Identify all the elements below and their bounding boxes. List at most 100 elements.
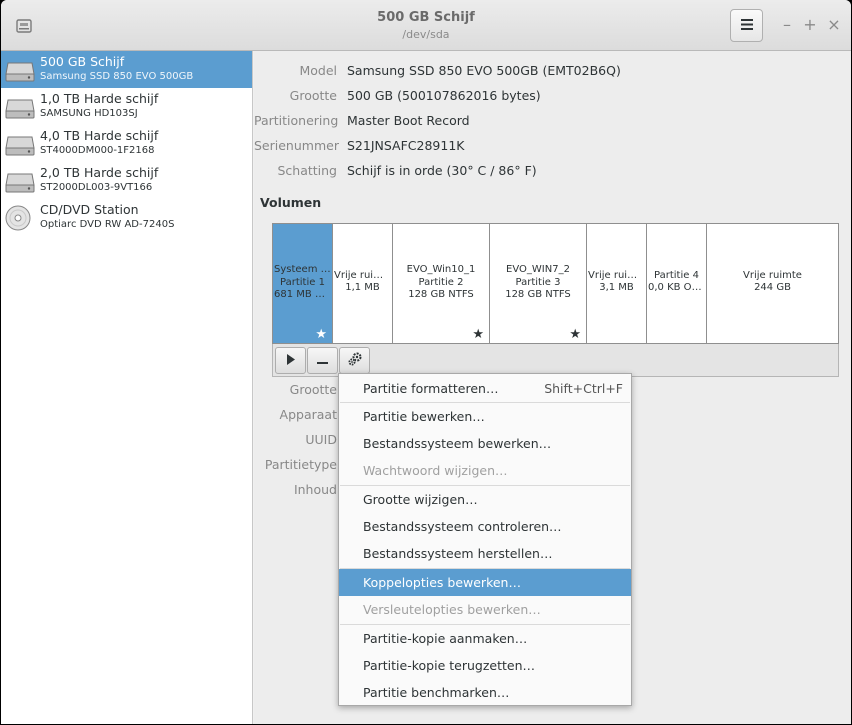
drive-model: Optiarc DVD RW AD-7240S bbox=[40, 219, 175, 230]
star-icon: ★ bbox=[569, 327, 581, 342]
partition-type-label: Partitietype bbox=[264, 457, 337, 472]
volume-label: Systeem g… bbox=[274, 264, 332, 275]
star-icon: ★ bbox=[472, 327, 484, 342]
optical-disc-icon bbox=[5, 205, 35, 231]
delete-partition-button[interactable] bbox=[307, 347, 338, 374]
menu-repair-filesystem[interactable]: Bestandssysteem herstellen… bbox=[339, 540, 631, 567]
menu-edit-partition[interactable]: Partitie bewerken… bbox=[339, 403, 631, 430]
size-label: Grootte bbox=[289, 88, 337, 103]
drive-item-dvd[interactable]: CD/DVD Station Optiarc DVD RW AD-7240S bbox=[1, 199, 252, 236]
volume-free-1[interactable]: Vrije ruimte 1,1 MB bbox=[333, 224, 393, 343]
menu-item-label: Bestandssysteem bewerken… bbox=[363, 436, 552, 451]
menu-item-accel: Shift+Ctrl+F bbox=[544, 381, 623, 396]
menu-format-partition[interactable]: Partitie formatteren… Shift+Ctrl+F bbox=[339, 375, 631, 402]
drive-name: 2,0 TB Harde schijf bbox=[40, 165, 159, 180]
menu-resize[interactable]: Grootte wijzigen… bbox=[339, 486, 631, 513]
volume-partition-2[interactable]: EVO_Win10_1 Partitie 2 128 GB NTFS ★ bbox=[393, 224, 490, 343]
menu-benchmark-partition[interactable]: Partitie benchmarken… bbox=[339, 679, 631, 706]
volume-partition-number: Partitie 3 bbox=[515, 277, 561, 288]
minus-icon bbox=[317, 354, 328, 368]
menu-item-label: Partitie-kopie aanmaken… bbox=[363, 631, 528, 646]
window-title: 500 GB Schijf bbox=[377, 10, 475, 25]
partition-size-label: Grootte bbox=[289, 382, 337, 397]
volume-free-3[interactable]: Vrije ruimte 244 GB bbox=[707, 224, 838, 343]
drive-name: CD/DVD Station bbox=[40, 202, 139, 217]
uuid-label: UUID bbox=[305, 432, 337, 447]
volume-label: EVO_WIN7_2 bbox=[506, 264, 570, 275]
volume-size: 1,1 MB bbox=[345, 282, 380, 293]
volume-partition-number: Partitie 1 bbox=[280, 277, 325, 288]
play-icon bbox=[286, 353, 296, 368]
partitioning-value: Master Boot Record bbox=[347, 113, 470, 128]
volume-partition-4[interactable]: Partitie 4 0,0 KB Onb… bbox=[647, 224, 707, 343]
minimize-button[interactable]: – bbox=[779, 15, 795, 34]
serial-value: S21JNSAFC28911K bbox=[347, 138, 465, 153]
disks-window: 500 GB Schijf /dev/sda – + × 500 GB Schi… bbox=[1, 0, 851, 724]
drive-item-2tb[interactable]: 2,0 TB Harde schijf ST2000DL003-9VT166 bbox=[1, 162, 252, 199]
volume-label: EVO_Win10_1 bbox=[406, 264, 476, 275]
volume-partition-number: Partitie 2 bbox=[418, 277, 464, 288]
model-label: Model bbox=[299, 63, 337, 78]
volume-size: 3,1 MB bbox=[599, 282, 634, 293]
volume-size: 244 GB bbox=[754, 282, 791, 293]
menu-item-label: Partitie benchmarken… bbox=[363, 685, 510, 700]
hard-disk-icon bbox=[5, 94, 35, 120]
menu-edit-filesystem[interactable]: Bestandssysteem bewerken… bbox=[339, 430, 631, 457]
menu-item-label: Partitie-kopie terugzetten… bbox=[363, 658, 535, 673]
drive-model: ST4000DM000-1F2168 bbox=[40, 145, 155, 156]
menu-item-label: Bestandssysteem controleren… bbox=[363, 519, 562, 534]
contents-label: Inhoud bbox=[293, 482, 337, 497]
model-value: Samsung SSD 850 EVO 500GB (EMT02B6Q) bbox=[347, 63, 621, 78]
menu-item-label: Bestandssysteem herstellen… bbox=[363, 546, 553, 561]
volumes-heading: Volumen bbox=[260, 195, 322, 210]
volume-partition-3[interactable]: EVO_WIN7_2 Partitie 3 128 GB NTFS ★ bbox=[490, 224, 587, 343]
volume-size: 0,0 KB Onb… bbox=[648, 282, 706, 293]
assessment-value: Schijf is in orde (30° C / 86° F) bbox=[347, 163, 537, 178]
gears-icon bbox=[347, 351, 363, 370]
drive-item-4tb[interactable]: 4,0 TB Harde schijf ST4000DM000-1F2168 bbox=[1, 125, 252, 162]
hard-disk-icon bbox=[5, 168, 35, 194]
volume-label: Vrije ruimte bbox=[743, 270, 802, 281]
title-bar: 500 GB Schijf /dev/sda – + × bbox=[1, 0, 851, 51]
volume-size: 128 GB NTFS bbox=[505, 289, 571, 300]
hamburger-menu-button[interactable] bbox=[730, 9, 763, 42]
menu-check-filesystem[interactable]: Bestandssysteem controleren… bbox=[339, 513, 631, 540]
menu-edit-encryption-options: Versleutelopties bewerken… bbox=[339, 596, 631, 623]
device-label: Apparaat bbox=[279, 407, 337, 422]
menu-create-partition-image[interactable]: Partitie-kopie aanmaken… bbox=[339, 625, 631, 652]
drive-item-1tb[interactable]: 1,0 TB Harde schijf SAMSUNG HD103SJ bbox=[1, 88, 252, 125]
menu-item-label: Versleutelopties bewerken… bbox=[363, 602, 541, 617]
volume-free-2[interactable]: Vrije ruimte 3,1 MB bbox=[587, 224, 647, 343]
drive-name: 500 GB Schijf bbox=[40, 54, 125, 69]
volume-label: Partitie 4 bbox=[654, 270, 699, 281]
volume-map: Systeem g… Partitie 1 681 MB NT… ★ Vrije… bbox=[272, 223, 839, 344]
menu-edit-mount-options[interactable]: Koppelopties bewerken… bbox=[339, 569, 631, 596]
mount-button[interactable] bbox=[275, 347, 306, 374]
drive-model: ST2000DL003-9VT166 bbox=[40, 182, 153, 193]
menu-restore-partition-image[interactable]: Partitie-kopie terugzetten… bbox=[339, 652, 631, 679]
volume-size: 681 MB NT… bbox=[274, 289, 332, 300]
partition-options-menu: Partitie formatteren… Shift+Ctrl+F Parti… bbox=[338, 373, 632, 706]
volume-partition-1[interactable]: Systeem g… Partitie 1 681 MB NT… ★ bbox=[273, 224, 333, 343]
menu-item-label: Koppelopties bewerken… bbox=[363, 575, 521, 590]
window-subtitle: /dev/sda bbox=[402, 28, 450, 41]
partitioning-label: Partitionering bbox=[254, 113, 339, 128]
size-value: 500 GB (500107862016 bytes) bbox=[347, 88, 541, 103]
hard-disk-icon bbox=[5, 131, 35, 157]
close-button[interactable]: × bbox=[826, 15, 842, 34]
menu-item-label: Grootte wijzigen… bbox=[363, 492, 478, 507]
hard-disk-icon bbox=[5, 57, 35, 83]
menu-change-passphrase: Wachtwoord wijzigen… bbox=[339, 457, 631, 484]
volume-label: Vrije ruimte bbox=[588, 270, 646, 281]
menu-item-label: Partitie formatteren… bbox=[363, 381, 499, 396]
drive-name: 1,0 TB Harde schijf bbox=[40, 91, 159, 106]
drive-item-500gb[interactable]: 500 GB Schijf Samsung SSD 850 EVO 500GB bbox=[1, 51, 252, 88]
volume-size: 128 GB NTFS bbox=[408, 289, 474, 300]
assessment-label: Schatting bbox=[277, 163, 337, 178]
menu-item-label: Wachtwoord wijzigen… bbox=[363, 463, 508, 478]
star-icon: ★ bbox=[315, 327, 327, 342]
partition-options-button[interactable] bbox=[339, 347, 370, 374]
drive-model: Samsung SSD 850 EVO 500GB bbox=[40, 71, 194, 82]
maximize-button[interactable]: + bbox=[802, 15, 818, 34]
menu-item-label: Partitie bewerken… bbox=[363, 409, 485, 424]
